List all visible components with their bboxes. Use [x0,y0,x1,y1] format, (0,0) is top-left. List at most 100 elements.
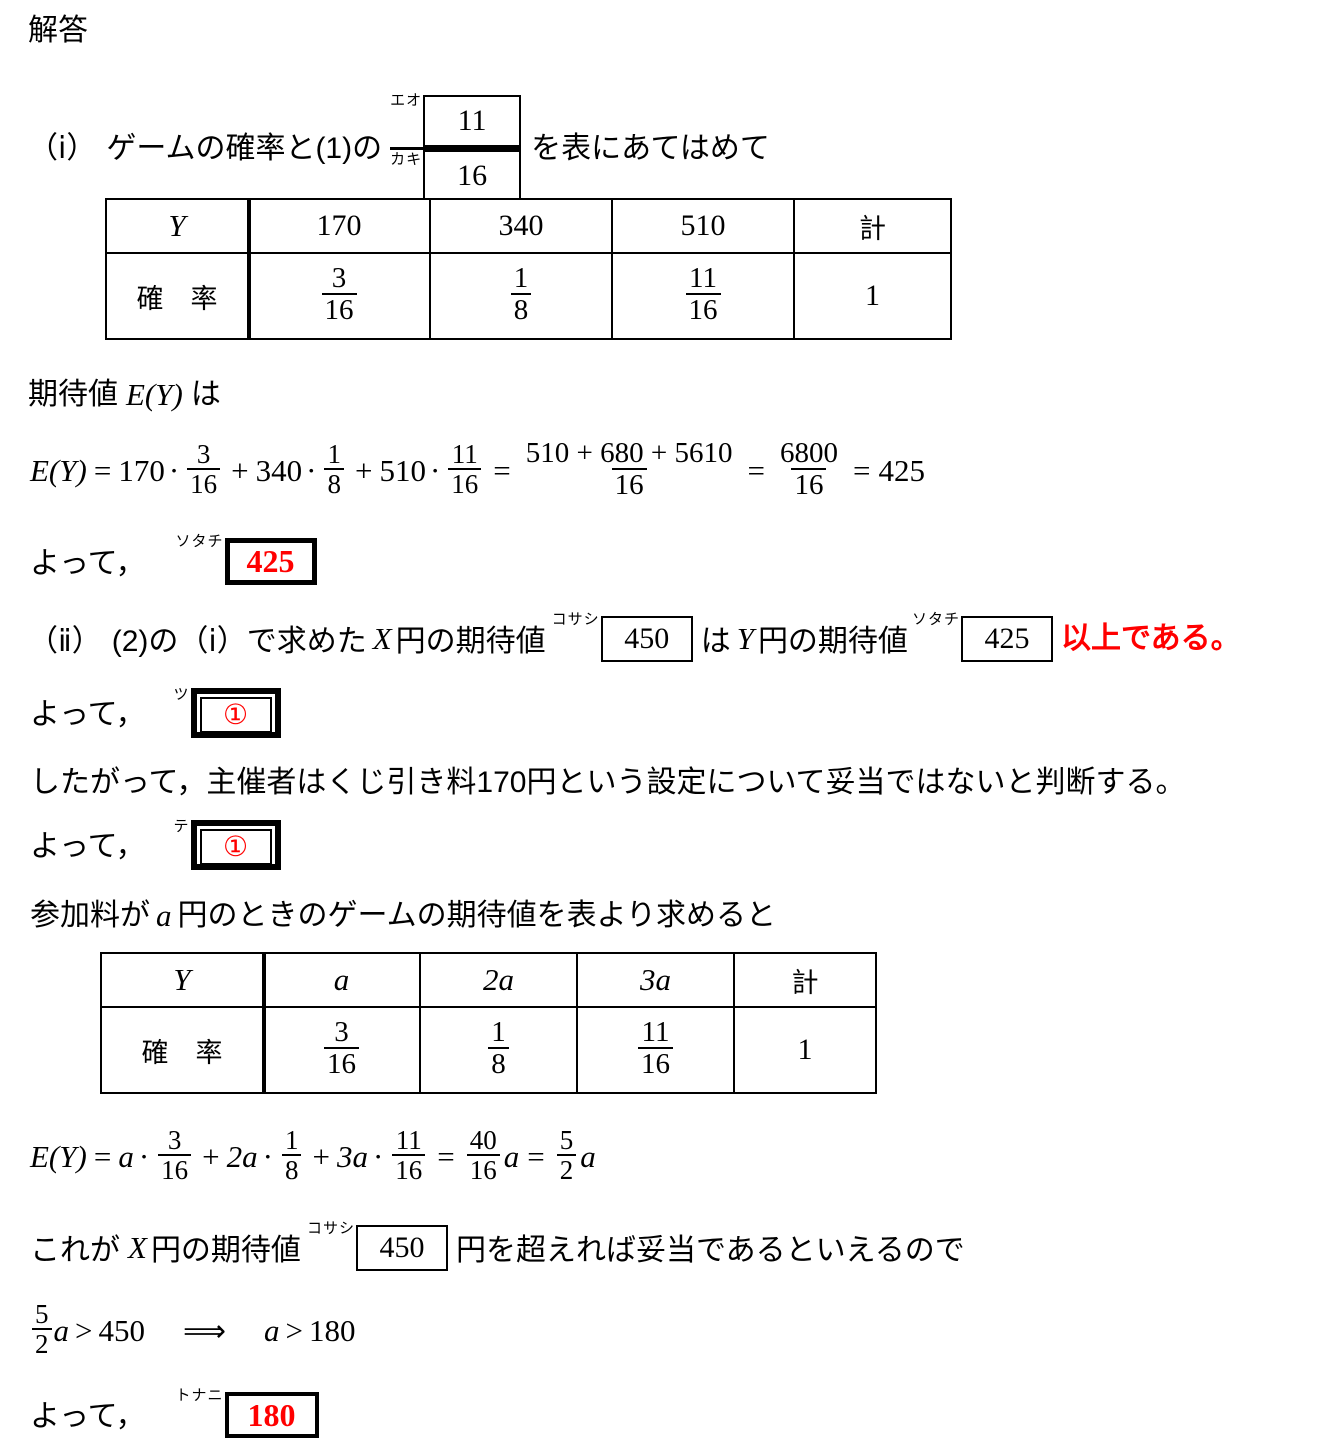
part-i-text-after: を表にあてはめて [531,131,770,165]
compare-text1: これが [30,1234,120,1267]
eq2-term1-coef: 2a [226,1139,258,1175]
eq2-step3-var: a [580,1139,596,1175]
part-a-var: a [156,898,172,933]
expectation-intro-line: 期待値 E(Y) は [28,377,221,413]
eq2-step2-var: a [503,1139,520,1175]
answer-box-sotachi-wrap: ソタチ 425 [176,534,317,585]
boxed-fraction-eo-kaki: エオ 11 カキ 16 [390,92,522,202]
frac-num: 11 [641,1015,670,1048]
answer-box-sotachi-2[interactable]: 425 [960,616,1053,662]
frac-num: 3 [331,261,347,294]
eq2-term0-dot: · [138,1139,150,1175]
eq2-equals-2: = [437,1139,455,1175]
part-i-line: （ⅰ） ゲームの確率と(1)の エオ 11 カキ 16 を表にあてはめて [28,92,770,202]
conclusion-1-line: よって， ソタチ 425 [30,534,317,585]
table-row: Y 170 340 510 計 [105,198,952,254]
box-label-sotachi: ソタチ [175,533,224,550]
frac-num: 3 [167,1125,182,1155]
box-label-tsu: ツ [173,686,190,703]
answer-box-tsu-value: ① [199,697,272,733]
eq1-term1-coef: 340 [255,453,303,489]
table-row: 確 率 3 16 1 8 11 16 1 [100,1006,877,1094]
frac-den: 8 [324,468,344,499]
frac-den: 2 [32,1328,52,1359]
table1-prob-0: 3 16 [247,252,431,340]
answer-box-te[interactable]: ① [190,820,281,870]
answer-box-tsu[interactable]: ① [190,688,281,738]
frac-den: 2 [556,1154,577,1185]
judgement-statement: したがって，主催者はくじ引き料170円という設定について妥当ではないと判断する。 [30,766,1186,799]
table2-col-header-1: 2a [483,962,514,997]
answer-box-eo[interactable]: 11 [423,95,522,147]
frac-num: 11 [689,261,717,294]
eq1-plus-2: + [354,453,373,489]
answer-box-tonani[interactable]: 180 [224,1392,319,1438]
answer-box-tsu-wrap: ツ ① [173,686,281,738]
frac-den: 16 [638,1047,673,1079]
fraction-denominator: カキ 16 [390,150,522,202]
eq1-term1-dot: · [306,453,317,489]
answer-box-kaki[interactable]: 16 [423,150,522,202]
answer-box-kosashi-wrap-1: コサシ 450 [552,612,693,662]
part-ii-text4: 円の期待値 [757,625,908,658]
table2-col-header-0: a [333,962,350,997]
table2-col-header-2: 3a [640,962,671,997]
eq2-plus-2: + [312,1139,330,1175]
frac-den: 16 [448,468,482,499]
eq1-equals-2: = [493,453,511,489]
frac-num: 1 [327,439,341,470]
equation-expectation-y: E(Y) = 170 · 3 16 + 340 · 1 8 + 510 · 11… [30,438,925,503]
ineq-rhs1: 450 [98,1313,145,1349]
frac-num: 1 [284,1125,299,1155]
part-ii-marker: （ⅱ） [28,625,102,658]
part-ii-line: （ⅱ） (2)の（ⅰ）で求めた X 円の期待値 コサシ 450 は Y 円の期待… [28,611,1241,662]
eq2-lhs: E(Y) [30,1139,87,1175]
frac-den: 16 [392,1154,426,1185]
table2-row-label-y: Y [173,962,191,997]
part-a-text1: 参加料が [30,899,150,932]
frac-den: 16 [187,468,221,499]
table1-total: 1 [793,252,952,340]
table2-total: 1 [733,1006,877,1094]
table2-prob-2: 11 16 [576,1006,735,1094]
frac-den: 16 [158,1154,192,1185]
answer-box-te-value: ① [199,829,272,865]
table2-prob-1: 1 8 [419,1006,578,1094]
probability-table-2: Y a 2a 3a 計 確 率 3 16 1 8 11 16 1 [100,952,877,1094]
frac-num: 40 [469,1125,497,1155]
box-label-kosashi: コサシ [551,611,600,628]
frac-num: 11 [395,1125,422,1155]
part-ii-verdict: 以上である。 [1060,622,1241,655]
eq2-term2-coef: 3a [336,1139,368,1175]
answer-box-sotachi[interactable]: 425 [224,538,317,585]
conclusion-2-line: よって， ツ ① [30,686,281,738]
ineq-op2: > [285,1313,303,1349]
answer-box-kosashi-2[interactable]: 450 [355,1225,448,1271]
eq1-equals-4: = [852,453,871,489]
compare-line: これが X 円の期待値 コサシ 450 円を超えれば妥当であるといえるので [30,1221,965,1271]
part-ii-var-y: Y [736,621,754,656]
equation-expectation-a: E(Y) = a · 3 16 + 2a · 1 8 + 3a · 11 16 … [30,1125,596,1187]
frac-den: 16 [685,293,721,325]
part-ii-text1: (2)の（ⅰ）で求めた [111,625,367,658]
box-label-te: テ [173,818,190,835]
box-label-eo: エオ [390,92,423,109]
answer-box-kosashi-1[interactable]: 450 [600,616,693,662]
part-a-intro-line: 参加料が a 円のときのゲームの期待値を表より求めると [30,898,776,934]
eq2-equals-1: = [93,1139,112,1175]
part-i-marker: （ⅰ） [28,131,97,165]
eq1-term0-dot: · [168,453,180,489]
page-title: 解答 [28,14,88,47]
eq2-term2-dot: · [372,1139,384,1175]
answer-box-kosashi-wrap-2: コサシ 450 [307,1221,448,1271]
compare-text2: 円の期待値 [150,1234,301,1267]
frac-den: 8 [488,1047,509,1079]
frac-num: 11 [451,439,478,470]
box-label-sotachi: ソタチ [911,611,960,628]
ineq-op1: > [75,1313,93,1349]
answer-sheet-page: 解答 （ⅰ） ゲームの確率と(1)の エオ 11 カキ 16 を表にあてはめて … [0,0,1331,1453]
expectation-intro-suffix: は [190,378,221,411]
frac-den: 16 [324,1047,359,1079]
eq1-term0-coef: 170 [118,453,165,489]
compare-text3: 円を超えれば妥当であるといえるので [455,1234,965,1267]
